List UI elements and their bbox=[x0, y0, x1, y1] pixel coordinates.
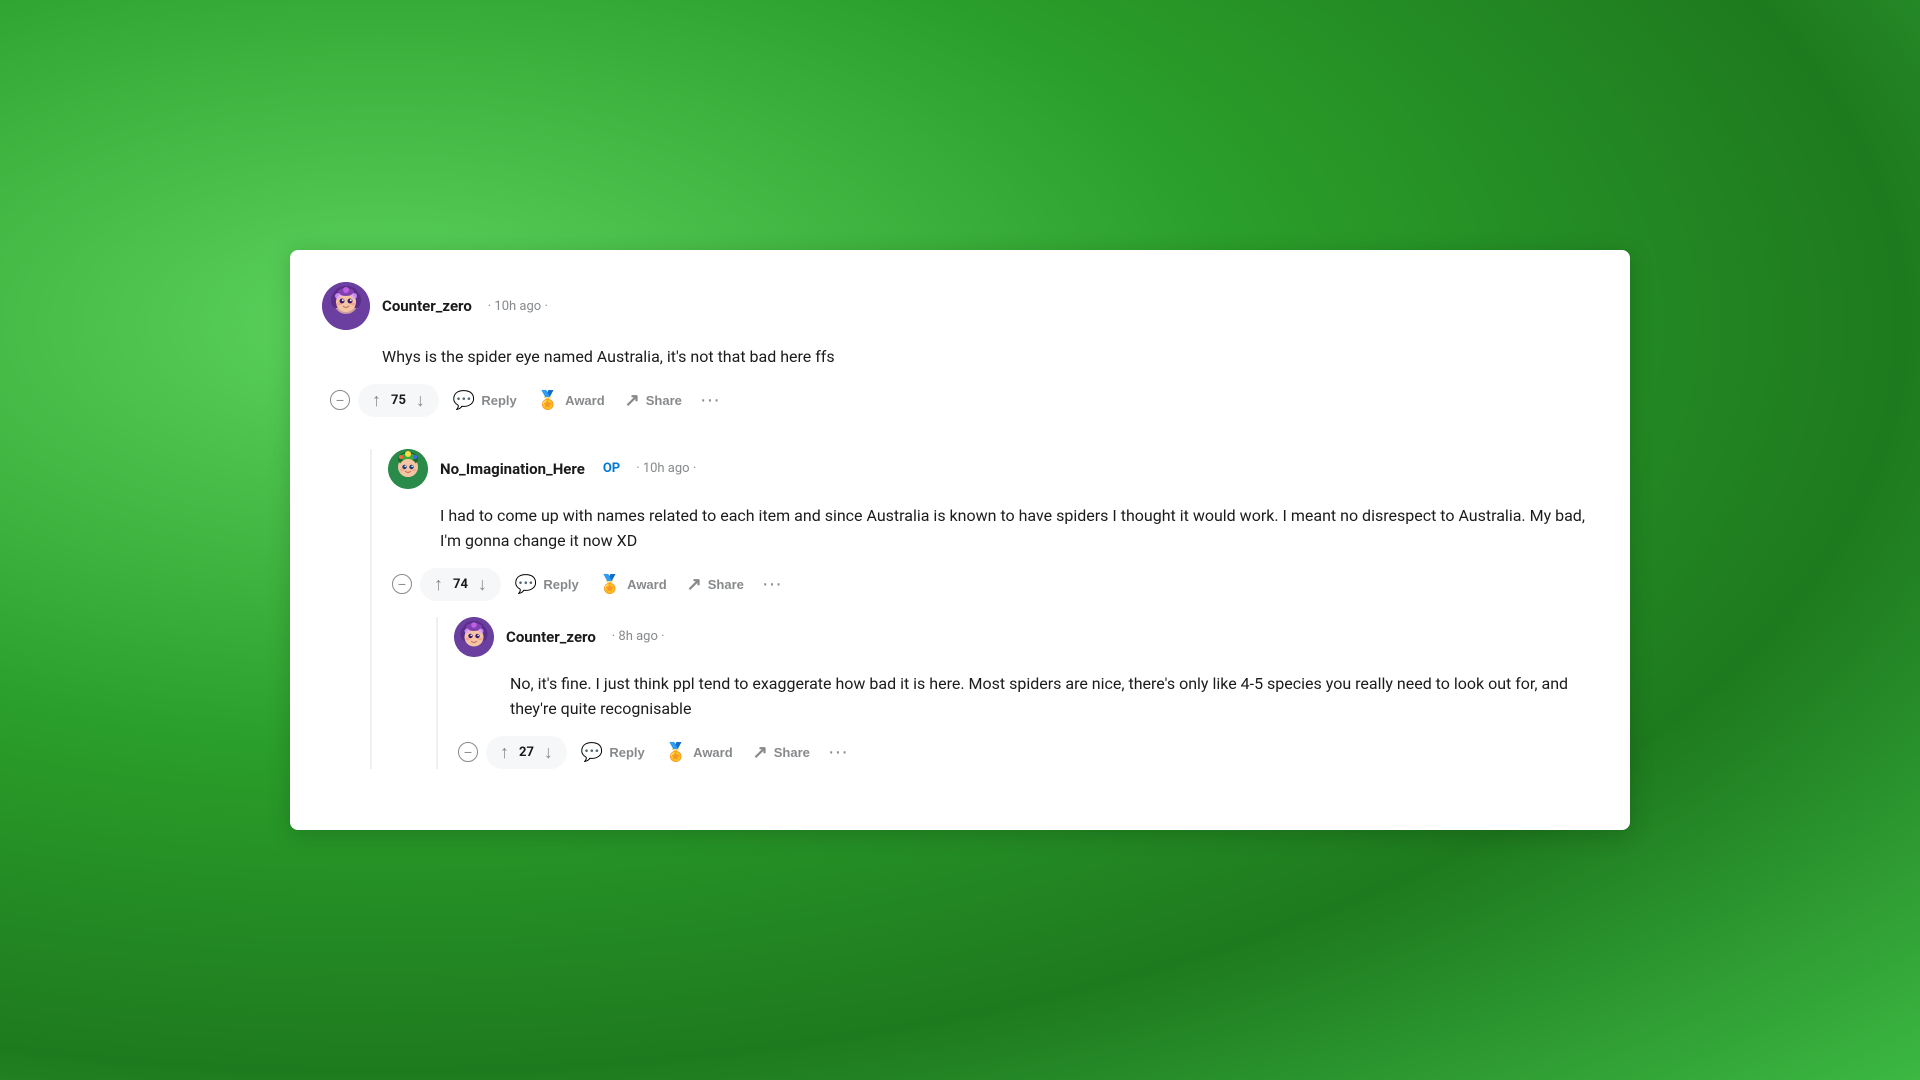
reply-btn-2[interactable]: 💬 Reply bbox=[505, 568, 589, 601]
collapse-btn-2[interactable]: − bbox=[392, 574, 412, 594]
award-icon-2: 🏅 bbox=[599, 574, 621, 595]
share-icon-1: ↗ bbox=[625, 390, 640, 411]
comment-2-body: I had to come up with names related to e… bbox=[440, 503, 1590, 554]
timestamp-1: · 10h ago · bbox=[488, 299, 548, 314]
downvote-btn-1[interactable]: ↓ bbox=[412, 388, 429, 413]
timestamp-3: · 8h ago · bbox=[612, 629, 665, 644]
upvote-btn-1[interactable]: ↑ bbox=[368, 388, 385, 413]
upvote-btn-3[interactable]: ↑ bbox=[496, 740, 513, 765]
avatar-no-imagination bbox=[388, 449, 428, 489]
share-btn-3[interactable]: ↗ Share bbox=[743, 736, 820, 769]
vote-group-2: ↑ 74 ↓ bbox=[420, 568, 501, 601]
reply-icon-1: 💬 bbox=[453, 390, 475, 411]
op-badge: OP bbox=[603, 461, 620, 476]
timestamp-2: · 10h ago · bbox=[636, 461, 696, 476]
comment-3-header: Counter_zero · 8h ago · bbox=[454, 617, 1590, 657]
username-counter-zero-2: Counter_zero bbox=[506, 628, 596, 646]
award-btn-3[interactable]: 🏅 Award bbox=[655, 736, 743, 769]
award-icon-1: 🏅 bbox=[537, 390, 559, 411]
share-icon-2: ↗ bbox=[687, 574, 702, 595]
vote-count-1: 75 bbox=[387, 393, 410, 408]
share-btn-1[interactable]: ↗ Share bbox=[615, 384, 692, 417]
avatar-counter-zero-2 bbox=[454, 617, 494, 657]
reply-btn-1[interactable]: 💬 Reply bbox=[443, 384, 527, 417]
upvote-btn-2[interactable]: ↑ bbox=[430, 572, 447, 597]
reply-icon-3: 💬 bbox=[581, 742, 603, 763]
comment-1-actions: − ↑ 75 ↓ 💬 Reply 🏅 Award ↗ Share ··· bbox=[330, 384, 1590, 417]
comment-thread-card: Counter_zero · 10h ago · Whys is the spi… bbox=[290, 250, 1630, 830]
comment-1-header: Counter_zero · 10h ago · bbox=[322, 282, 1590, 330]
more-btn-2[interactable]: ··· bbox=[754, 569, 790, 600]
comment-2-header: No_Imagination_Here OP · 10h ago · bbox=[388, 449, 1590, 489]
vote-group-1: ↑ 75 ↓ bbox=[358, 384, 439, 417]
avatar-counter-zero-1 bbox=[322, 282, 370, 330]
more-btn-3[interactable]: ··· bbox=[820, 737, 856, 768]
collapse-btn-3[interactable]: − bbox=[458, 742, 478, 762]
award-btn-1[interactable]: 🏅 Award bbox=[527, 384, 615, 417]
award-btn-2[interactable]: 🏅 Award bbox=[589, 568, 677, 601]
downvote-btn-3[interactable]: ↓ bbox=[540, 740, 557, 765]
comment-1-body: Whys is the spider eye named Australia, … bbox=[382, 344, 1590, 370]
share-icon-3: ↗ bbox=[753, 742, 768, 763]
more-btn-1[interactable]: ··· bbox=[692, 385, 728, 416]
comment-1: Counter_zero · 10h ago · Whys is the spi… bbox=[322, 282, 1590, 769]
nested-comment-2: No_Imagination_Here OP · 10h ago · I had… bbox=[370, 449, 1590, 769]
share-btn-2[interactable]: ↗ Share bbox=[677, 568, 754, 601]
nested-comment-3: Counter_zero · 8h ago · No, it's fine. I… bbox=[436, 617, 1590, 769]
comment-3-actions: − ↑ 27 ↓ 💬 Reply 🏅 Award bbox=[458, 736, 1590, 769]
username-no-imagination: No_Imagination_Here bbox=[440, 460, 585, 478]
vote-count-2: 74 bbox=[449, 577, 472, 592]
reply-btn-3[interactable]: 💬 Reply bbox=[571, 736, 655, 769]
award-icon-3: 🏅 bbox=[665, 742, 687, 763]
vote-group-3: ↑ 27 ↓ bbox=[486, 736, 567, 769]
collapse-btn-1[interactable]: − bbox=[330, 390, 350, 410]
comment-2-actions: − ↑ 74 ↓ 💬 Reply 🏅 Award ↗ Share bbox=[392, 568, 1590, 601]
comment-3-body: No, it's fine. I just think ppl tend to … bbox=[510, 671, 1590, 722]
reply-icon-2: 💬 bbox=[515, 574, 537, 595]
username-counter-zero-1: Counter_zero bbox=[382, 297, 472, 315]
downvote-btn-2[interactable]: ↓ bbox=[474, 572, 491, 597]
vote-count-3: 27 bbox=[515, 745, 538, 760]
